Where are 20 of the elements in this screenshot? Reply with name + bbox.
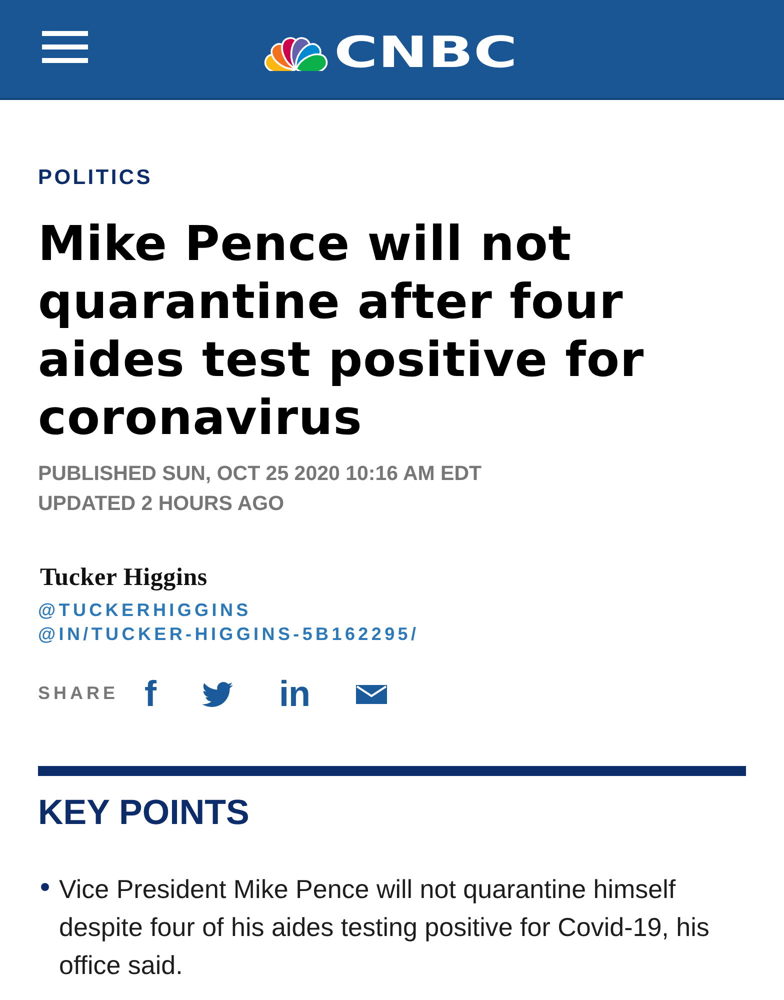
updated-time: UPDATED 2 HOURS AGO: [38, 491, 284, 517]
author-name: Tucker Higgins: [40, 563, 208, 593]
menu-icon: [42, 31, 88, 63]
logo-wordmark: CNBC: [334, 32, 518, 75]
bird-icon: [202, 682, 234, 706]
envelope-icon: [356, 684, 388, 704]
article-headline: Mike Pence will not quarantine after four aides test positive for coronavirus: [38, 215, 646, 447]
author-handle-link[interactable]: @IN/TUCKER-HIGGINS-5B162295/: [38, 622, 420, 646]
published-date: PUBLISHED SUN, OCT 25 2020 10:16 AM EDT: [38, 461, 482, 487]
share-label: SHARE: [38, 684, 119, 702]
bullet-icon: [41, 883, 49, 891]
facebook-share-button[interactable]: f: [144, 680, 156, 708]
menu-button[interactable]: [42, 31, 88, 63]
key-point-text: Vice President Mike Pence will not quarantine himself despite four of his aides testing positive for Covid-19, his office said.: [59, 873, 710, 982]
linkedin-share-button[interactable]: in: [279, 680, 310, 708]
section-link[interactable]: POLITICS: [38, 167, 152, 188]
key-points-title: KEY POINTS: [38, 793, 250, 833]
twitter-share-button[interactable]: [202, 682, 234, 706]
author-handle-link[interactable]: @TUCKERHIGGINS: [38, 598, 252, 622]
email-share-button[interactable]: [356, 684, 388, 704]
